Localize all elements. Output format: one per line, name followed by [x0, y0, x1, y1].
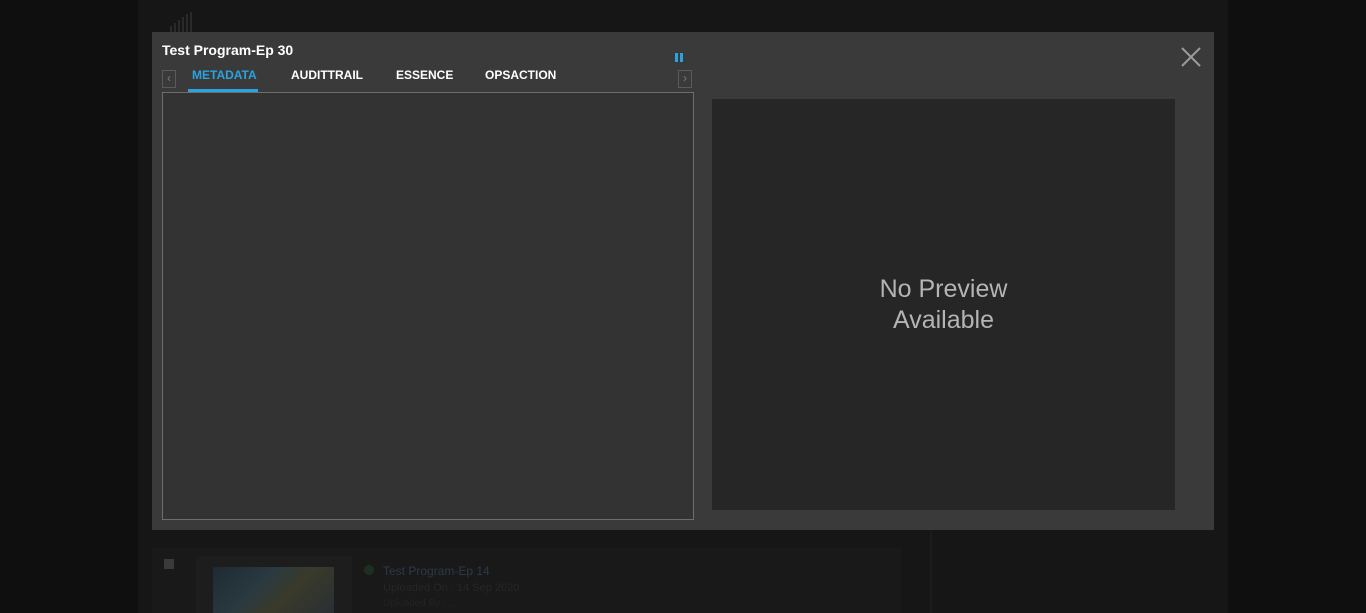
background-item-extra: Uploaded By : ...	[383, 598, 457, 609]
background-status-icon	[364, 565, 374, 575]
tab-audittrail[interactable]: AUDITTRAIL	[291, 68, 363, 92]
tab-scroll-left-button[interactable]: ‹	[162, 70, 176, 88]
modal-title: Test Program-Ep 30	[162, 42, 294, 58]
tab-bar: ‹ METADATA AUDITTRAIL ESSENCE OPSACTION …	[162, 68, 693, 93]
background-item-uploaded: Uploaded On : 14 Sep 2020	[383, 582, 520, 594]
preview-panel: No Preview Available	[712, 99, 1175, 510]
chevron-left-icon: ‹	[167, 71, 171, 85]
close-icon	[1181, 47, 1201, 67]
logo-icon	[170, 12, 200, 32]
no-preview-message: No Preview Available	[879, 274, 1008, 334]
background-divider	[930, 530, 932, 613]
tab-scroll-right-button[interactable]: ›	[678, 70, 692, 88]
metadata-panel	[162, 92, 694, 520]
background-thumbnail	[213, 567, 334, 613]
pause-icon[interactable]	[675, 53, 687, 63]
close-button[interactable]	[1180, 46, 1202, 68]
tab-essence[interactable]: ESSENCE	[396, 68, 453, 92]
background-checkbox	[164, 559, 174, 569]
chevron-right-icon: ›	[683, 71, 687, 85]
background-item-title: Test Program-Ep 14	[383, 564, 490, 578]
asset-detail-modal: Test Program-Ep 30 ‹ METADATA AUDITTRAIL…	[152, 32, 1214, 530]
tab-opsaction[interactable]: OPSACTION	[485, 68, 556, 92]
